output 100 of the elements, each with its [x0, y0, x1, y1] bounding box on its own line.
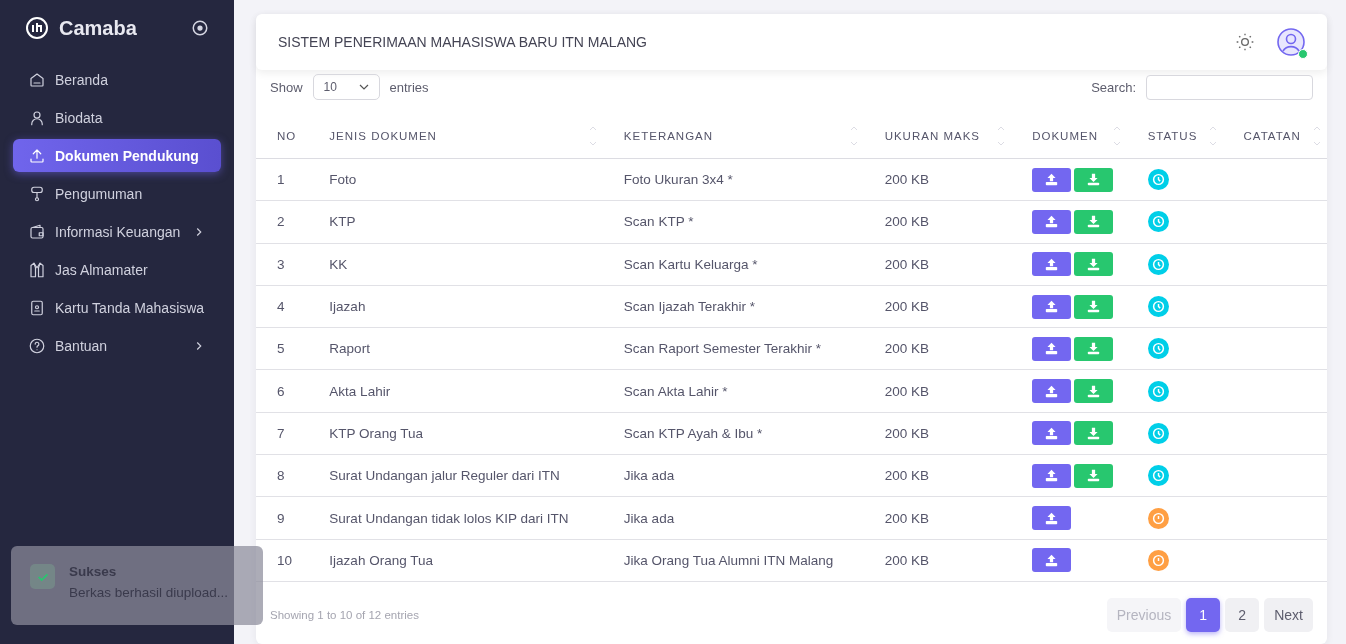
upload-icon: [1045, 342, 1059, 356]
download-icon: [1087, 300, 1101, 314]
download-button[interactable]: [1074, 209, 1114, 234]
table-cell: 200 KB: [863, 454, 1012, 497]
page-size-select[interactable]: 10: [312, 74, 380, 100]
upload-icon: [1045, 215, 1059, 229]
table-cell: Scan KTP Ayah & Ibu *: [602, 412, 864, 455]
download-icon: [1087, 342, 1101, 356]
table-cell: Surat Undangan tidak lolos KIP dari ITN: [308, 496, 603, 540]
search-label: Search:: [1091, 79, 1136, 95]
theme-toggle-icon[interactable]: [1235, 32, 1255, 52]
download-button[interactable]: [1074, 294, 1114, 319]
sort-icon: [1112, 125, 1121, 147]
table-cell: Scan KTP *: [602, 200, 864, 244]
table-cell: 1: [256, 158, 309, 201]
sort-icon: [1208, 125, 1217, 147]
upload-button[interactable]: [1032, 506, 1072, 530]
download-button[interactable]: [1074, 336, 1114, 361]
upload-icon: [1045, 384, 1059, 398]
download-icon: [1087, 173, 1101, 187]
sidebar-item[interactable]: Pengumuman: [13, 177, 221, 210]
upload-button[interactable]: [1032, 294, 1072, 319]
table-cell: Foto: [308, 158, 603, 201]
upload-button[interactable]: [1032, 421, 1072, 446]
column-header[interactable]: DOKUMEN: [1032, 130, 1098, 142]
upload-button[interactable]: [1032, 336, 1072, 361]
jacket-icon: [28, 260, 46, 279]
download-icon: [1087, 426, 1101, 440]
download-button[interactable]: [1074, 421, 1114, 446]
table-cell: Ijazah: [308, 285, 603, 328]
show-label: Show: [270, 79, 303, 95]
table-cell: Raport: [308, 327, 603, 370]
brand-name: Camaba: [59, 16, 138, 40]
download-button[interactable]: [1074, 167, 1114, 192]
page-button[interactable]: 2: [1225, 597, 1260, 632]
entries-label: entries: [389, 79, 429, 95]
sort-icon: [997, 125, 1006, 147]
upload-button[interactable]: [1032, 379, 1072, 404]
next-button[interactable]: Next: [1264, 597, 1313, 632]
logo-icon: [25, 16, 49, 40]
upload-button[interactable]: [1032, 463, 1072, 488]
table-cell: 200 KB: [863, 370, 1012, 413]
sort-icon: [849, 125, 858, 147]
download-button[interactable]: [1074, 463, 1114, 488]
upload-icon: [1045, 426, 1059, 440]
sort-icon: [588, 125, 597, 147]
sidebar-item[interactable]: Biodata: [13, 101, 221, 134]
table-cell: Foto Ukuran 3x4 *: [602, 158, 864, 201]
column-header[interactable]: UKURAN MAKS: [884, 130, 980, 142]
column-header[interactable]: NO: [277, 130, 297, 142]
table-cell: 3: [256, 243, 309, 286]
table-cell: Jika ada: [602, 496, 864, 540]
table-cell: Scan Raport Semester Terakhir *: [602, 327, 864, 370]
table-cell: 200 KB: [863, 539, 1012, 582]
upload-button[interactable]: [1032, 252, 1072, 277]
table-cell: 200 KB: [863, 243, 1012, 286]
download-button[interactable]: [1074, 252, 1114, 277]
toggle-icon[interactable]: [191, 19, 209, 37]
check-icon: [30, 564, 55, 589]
upload-button[interactable]: [1032, 548, 1072, 573]
sidebar-item[interactable]: Informasi Keuangan: [13, 215, 221, 248]
page-title: SISTEM PENERIMAAN MAHASISWA BARU ITN MALANG: [278, 34, 648, 50]
user-icon: [28, 108, 46, 127]
table-cell: 6: [256, 370, 309, 413]
table-cell: KK: [308, 243, 603, 286]
table-cell: Jika ada: [602, 454, 864, 497]
chevron-down-icon: [358, 84, 369, 90]
download-icon: [1087, 215, 1101, 229]
table-cell: 4: [256, 285, 309, 328]
sidebar-item[interactable]: Dokumen Pendukung: [13, 139, 221, 172]
table-cell: Ijazah Orang Tua: [308, 539, 603, 582]
column-header[interactable]: STATUS: [1147, 130, 1198, 142]
table-cell: 9: [256, 496, 309, 540]
upload-icon: [1045, 553, 1059, 567]
entries-info: Showing 1 to 10 of 12 entries: [270, 608, 420, 621]
column-header[interactable]: KETERANGAN: [623, 130, 714, 142]
table-cell: 200 KB: [863, 496, 1012, 540]
sidebar-item[interactable]: Jas Almamater: [13, 253, 221, 286]
upload-button[interactable]: [1032, 209, 1072, 234]
table-cell: Scan Ijazah Terakhir *: [602, 285, 864, 328]
download-icon: [1087, 257, 1101, 271]
download-button[interactable]: [1074, 379, 1114, 404]
search-field[interactable]: [1146, 74, 1313, 100]
column-header[interactable]: JENIS DOKUMEN: [329, 130, 437, 142]
table-cell: Scan Akta Lahir *: [602, 370, 864, 413]
table-cell: Scan Kartu Keluarga *: [602, 243, 864, 286]
column-header[interactable]: CATATAN: [1243, 130, 1301, 142]
table-cell: KTP Orang Tua: [308, 412, 603, 455]
upload-icon: [1045, 469, 1059, 483]
upload-button[interactable]: [1032, 167, 1072, 192]
signpost-icon: [28, 184, 46, 203]
page-button[interactable]: 1: [1186, 597, 1221, 632]
sidebar-item[interactable]: Kartu Tanda Mahasiswa: [13, 291, 221, 324]
upload-icon: [1045, 300, 1059, 314]
sort-icon: [1313, 125, 1321, 147]
user-avatar[interactable]: [1277, 28, 1305, 56]
sidebar-item[interactable]: Bantuan: [13, 329, 221, 362]
download-icon: [1087, 469, 1101, 483]
help-icon: [28, 336, 46, 355]
sidebar-item[interactable]: Beranda: [13, 63, 221, 96]
